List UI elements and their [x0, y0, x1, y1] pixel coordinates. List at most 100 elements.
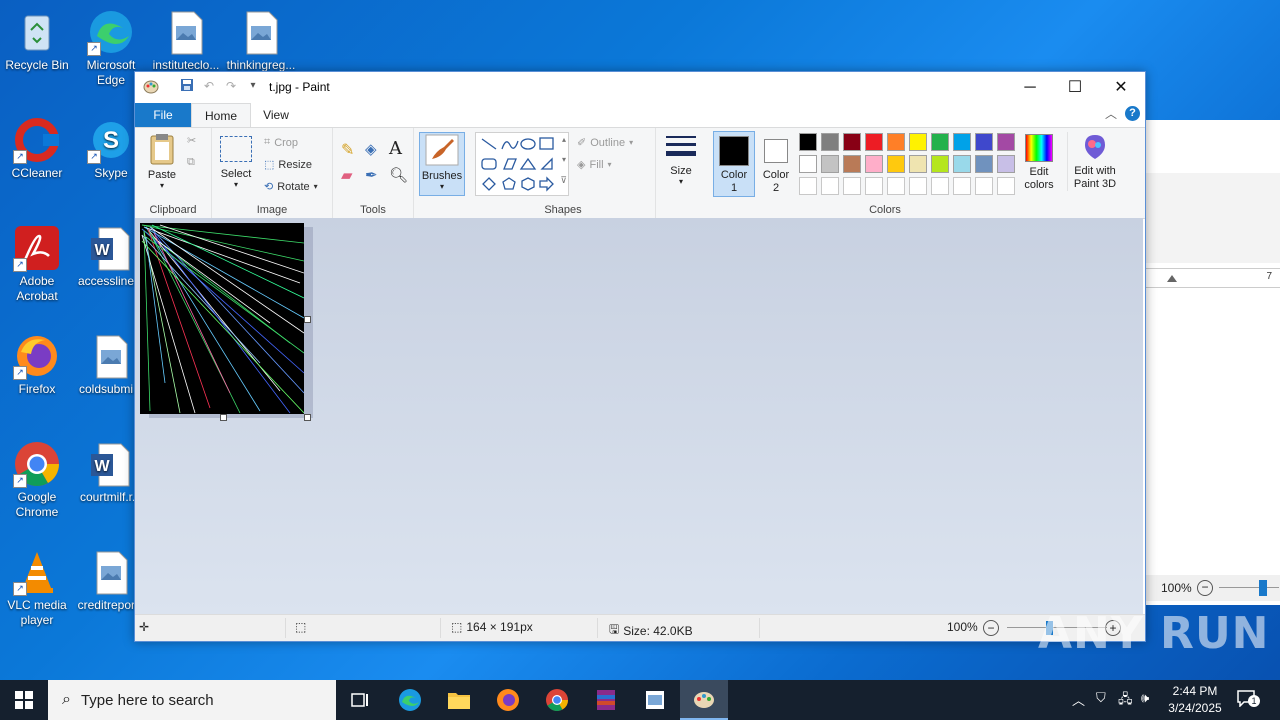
title-bar[interactable]: ↶ ↷ ▾ t.jpg - Paint ─ ☐ ✕: [135, 72, 1145, 103]
shapes-gallery[interactable]: ▴ ▾ ⊽: [475, 132, 569, 196]
help-icon[interactable]: ?: [1125, 106, 1140, 121]
palette-swatch[interactable]: [909, 133, 927, 151]
word-zoom-thumb[interactable]: [1259, 580, 1267, 596]
undo-icon[interactable]: ↶: [201, 78, 217, 94]
customize-qat-icon[interactable]: ▾: [245, 78, 261, 94]
cut-icon[interactable]: ✂: [187, 134, 196, 147]
volume-icon[interactable]: 🕪︎: [1141, 690, 1149, 706]
palette-swatch[interactable]: [821, 177, 839, 195]
desktop-icon-thinkingreg[interactable]: thinkingreg...: [225, 8, 297, 73]
background-word-window[interactable]: 7: [1143, 120, 1280, 605]
show-hidden-icons[interactable]: ︿: [1072, 690, 1085, 709]
desktop-icon-vlc[interactable]: ↗ VLC media player: [1, 548, 73, 628]
tab-file[interactable]: File: [135, 103, 191, 127]
zoom-out-icon[interactable]: −: [1197, 580, 1213, 596]
minimize-button[interactable]: ─: [1007, 72, 1053, 103]
taskbar-chrome[interactable]: [533, 680, 581, 720]
desktop-icon-instituteclo[interactable]: instituteclo...: [150, 8, 222, 73]
text-icon[interactable]: A: [389, 138, 402, 159]
palette-swatch[interactable]: [843, 177, 861, 195]
palette-swatch[interactable]: [909, 155, 927, 173]
paste-button[interactable]: Paste ▾: [143, 132, 181, 190]
tab-view[interactable]: View: [253, 103, 299, 127]
palette-swatch[interactable]: [887, 177, 905, 195]
zoom-out-icon[interactable]: −: [983, 620, 999, 636]
palette-swatch[interactable]: [887, 155, 905, 173]
eraser-icon[interactable]: ▰: [341, 166, 353, 184]
palette-swatch[interactable]: [997, 155, 1015, 173]
taskbar-file-explorer[interactable]: [435, 680, 483, 720]
palette-swatch[interactable]: [887, 133, 905, 151]
collapse-ribbon-icon[interactable]: ︿: [1105, 105, 1117, 122]
indent-marker-icon[interactable]: [1167, 275, 1177, 282]
defender-icon[interactable]: ⛉: [1096, 690, 1106, 706]
paint-app-icon[interactable]: [143, 78, 159, 94]
palette-swatch[interactable]: [975, 177, 993, 195]
canvas-area[interactable]: [135, 218, 1143, 614]
brushes-button[interactable]: Brushes ▾: [419, 132, 465, 196]
pencil-icon[interactable]: ✎: [341, 140, 354, 160]
palette-swatch[interactable]: [931, 177, 949, 195]
palette-swatch[interactable]: [865, 177, 883, 195]
palette-swatch[interactable]: [931, 133, 949, 151]
magnifier-icon[interactable]: 🔍︎: [389, 166, 408, 184]
resize-handle-bottom[interactable]: [220, 414, 227, 421]
network-icon[interactable]: 🖧︎: [1118, 690, 1133, 712]
outline-button[interactable]: ✐ Outline ▾: [577, 136, 633, 150]
desktop-icon-ccleaner[interactable]: ↗ CCleaner: [1, 116, 73, 181]
resize-handle-right[interactable]: [304, 316, 311, 323]
palette-swatch[interactable]: [953, 155, 971, 173]
palette-swatch[interactable]: [821, 133, 839, 151]
palette-swatch[interactable]: [953, 177, 971, 195]
edit-paint3d-button[interactable]: Edit with Paint 3D: [1067, 132, 1122, 191]
taskbar-winrar[interactable]: [582, 680, 630, 720]
desktop-icon-adobe-acrobat[interactable]: ↗ Adobe Acrobat: [1, 224, 73, 304]
taskbar-firefox[interactable]: [484, 680, 532, 720]
color-picker-icon[interactable]: ✒: [365, 166, 378, 184]
palette-swatch[interactable]: [975, 133, 993, 151]
resize-handle-corner[interactable]: [304, 414, 311, 421]
gallery-more-icon[interactable]: ⊽: [560, 175, 567, 186]
palette-swatch[interactable]: [843, 133, 861, 151]
gallery-up-icon[interactable]: ▴: [562, 135, 566, 144]
select-button[interactable]: Select ▾: [218, 134, 254, 189]
desktop-icon-google-chrome[interactable]: ↗ Google Chrome: [1, 440, 73, 520]
palette-swatch[interactable]: [799, 133, 817, 151]
save-icon[interactable]: [179, 78, 195, 94]
crop-button[interactable]: ⌗ Crop: [264, 136, 298, 149]
fill-bucket-icon[interactable]: ◈: [365, 140, 377, 158]
palette-swatch[interactable]: [997, 177, 1015, 195]
palette-swatch[interactable]: [953, 133, 971, 151]
task-view-button[interactable]: [336, 680, 384, 720]
close-button[interactable]: ✕: [1098, 72, 1144, 103]
image-canvas[interactable]: [140, 223, 304, 414]
palette-swatch[interactable]: [865, 133, 883, 151]
palette-swatch[interactable]: [975, 155, 993, 173]
taskbar-image-viewer[interactable]: [631, 680, 679, 720]
size-button[interactable]: Size ▾: [661, 132, 701, 186]
paint-window[interactable]: ↶ ↷ ▾ t.jpg - Paint ─ ☐ ✕ File Home View…: [134, 71, 1146, 642]
resize-button[interactable]: ⬚ Resize: [264, 158, 312, 172]
taskbar-edge[interactable]: [386, 680, 434, 720]
color1-button[interactable]: Color 1: [713, 131, 755, 197]
taskbar-search[interactable]: ⌕ Type here to search: [48, 680, 336, 720]
desktop-icon-recycle-bin[interactable]: Recycle Bin: [1, 8, 73, 73]
copy-icon[interactable]: ⧉: [187, 156, 195, 169]
palette-swatch[interactable]: [821, 155, 839, 173]
palette-swatch[interactable]: [865, 155, 883, 173]
rotate-button[interactable]: ⟲ Rotate ▾: [264, 180, 318, 194]
desktop-icon-firefox[interactable]: ↗ Firefox: [1, 332, 73, 397]
gallery-down-icon[interactable]: ▾: [562, 155, 566, 164]
fill-button[interactable]: ◈ Fill ▾: [577, 158, 612, 172]
palette-swatch[interactable]: [843, 155, 861, 173]
redo-icon[interactable]: ↷: [223, 78, 239, 94]
start-button[interactable]: [0, 680, 48, 720]
palette-swatch[interactable]: [799, 155, 817, 173]
palette-swatch[interactable]: [909, 177, 927, 195]
notification-center-button[interactable]: 1: [1236, 689, 1260, 711]
word-zoom-slider[interactable]: [1219, 587, 1279, 588]
taskbar-paint[interactable]: [680, 680, 728, 720]
palette-swatch[interactable]: [799, 177, 817, 195]
taskbar-clock[interactable]: 2:44 PM 3/24/2025: [1162, 683, 1228, 717]
palette-swatch[interactable]: [997, 133, 1015, 151]
